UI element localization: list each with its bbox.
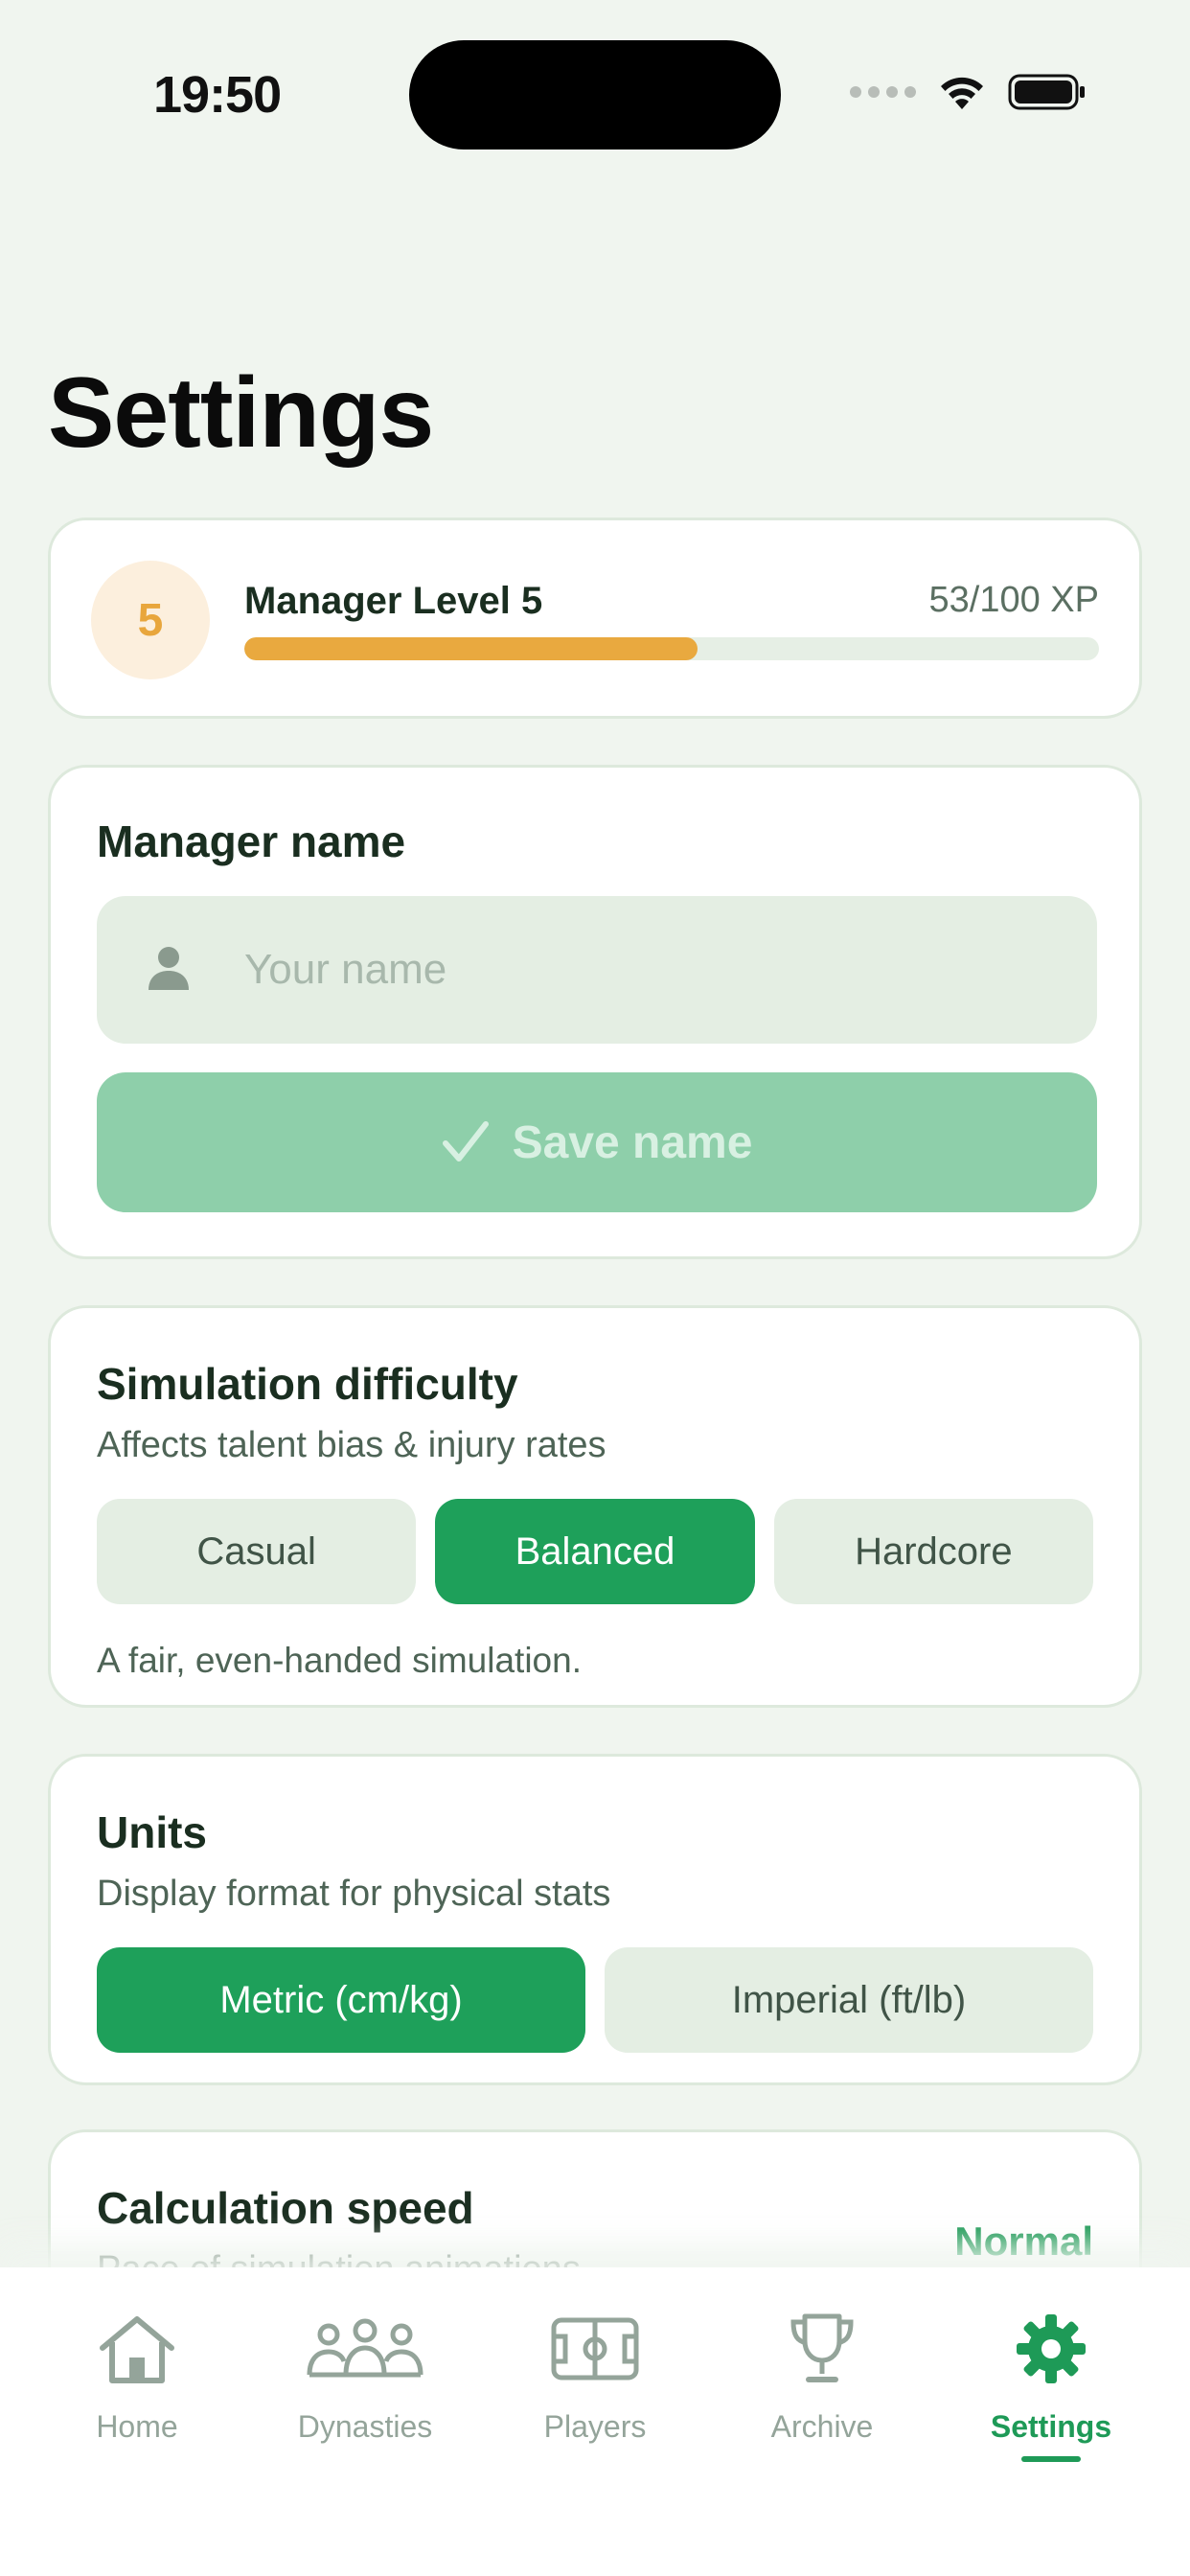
cellular-signal-icon <box>850 86 916 98</box>
tab-label-players: Players <box>543 2409 647 2444</box>
pitch-icon <box>551 2317 639 2380</box>
difficulty-subtitle: Affects talent bias & injury rates <box>97 1425 606 1465</box>
difficulty-option-casual[interactable]: Casual <box>97 1499 417 1604</box>
units-option-imperial[interactable]: Imperial (ft/lb) <box>605 1947 1093 2053</box>
difficulty-description: A fair, even-handed simulation. <box>97 1641 582 1680</box>
xp-progress-fill <box>244 637 698 660</box>
speed-title: Calculation speed <box>97 2183 474 2233</box>
units-card: Units Display format for physical stats … <box>48 1754 1142 2085</box>
people-group-icon <box>307 2318 423 2378</box>
home-icon <box>100 2316 174 2383</box>
tab-label-dynasties: Dynasties <box>297 2409 433 2444</box>
tab-settings[interactable]: Settings <box>955 2308 1147 2462</box>
tab-home[interactable]: Home <box>41 2308 233 2445</box>
manager-name-title: Manager name <box>97 816 406 866</box>
wifi-icon <box>941 77 983 109</box>
status-icons <box>850 73 1087 111</box>
difficulty-option-balanced[interactable]: Balanced <box>435 1499 755 1604</box>
tab-archive[interactable]: Archive <box>726 2308 918 2445</box>
dynamic-island <box>409 40 781 150</box>
units-option-metric[interactable]: Metric (cm/kg) <box>97 1947 585 2053</box>
tab-label-archive: Archive <box>770 2409 874 2444</box>
manager-name-card: Manager name Save name <box>48 765 1142 1259</box>
manager-name-field[interactable] <box>97 896 1097 1044</box>
difficulty-card: Simulation difficulty Affects talent bia… <box>48 1305 1142 1708</box>
difficulty-selector: Casual Balanced Hardcore <box>97 1499 1093 1604</box>
save-name-button[interactable]: Save name <box>97 1072 1097 1212</box>
tab-dynasties[interactable]: Dynasties <box>269 2308 461 2445</box>
page-title: Settings <box>48 357 434 469</box>
active-tab-indicator <box>1021 2456 1081 2462</box>
difficulty-option-hardcore[interactable]: Hardcore <box>773 1499 1093 1604</box>
xp-progress-bar <box>244 637 1099 660</box>
tab-label-home: Home <box>96 2409 178 2444</box>
status-time: 19:50 <box>153 66 282 124</box>
units-title: Units <box>97 1807 207 1857</box>
person-icon <box>149 947 189 990</box>
speed-value: Normal <box>954 2219 1093 2264</box>
status-bar: 19:50 <box>0 0 1190 153</box>
checkmark-icon <box>442 1121 489 1162</box>
manager-level-card: 5 Manager Level 5 53/100 XP <box>48 518 1142 719</box>
xp-counter: 53/100 XP <box>928 580 1099 620</box>
trophy-icon <box>790 2313 854 2382</box>
tab-players[interactable]: Players <box>499 2308 691 2445</box>
units-selector: Metric (cm/kg) Imperial (ft/lb) <box>97 1947 1093 2053</box>
gear-icon <box>1017 2314 1086 2383</box>
tab-label-settings: Settings <box>990 2409 1112 2444</box>
level-title: Manager Level 5 <box>244 580 543 622</box>
level-badge: 5 <box>91 561 210 679</box>
save-name-label: Save name <box>512 1116 753 1168</box>
difficulty-title: Simulation difficulty <box>97 1359 518 1409</box>
battery-icon <box>1008 74 1085 110</box>
manager-name-input[interactable] <box>244 896 1068 1044</box>
units-subtitle: Display format for physical stats <box>97 1874 611 1914</box>
tab-bar: Home Dynasties Players Archive Settings <box>0 2267 1190 2576</box>
